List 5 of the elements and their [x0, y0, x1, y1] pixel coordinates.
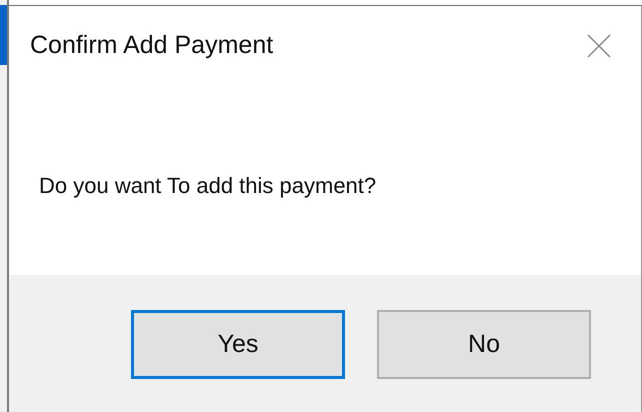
close-icon[interactable] [587, 34, 611, 58]
dialog-button[interactable]: Yes [131, 310, 345, 379]
dialog-button[interactable]: No [377, 310, 591, 379]
window-title: Confirm Add Payment [30, 30, 274, 62]
dialog-message: Do you want To add this payment? [39, 173, 376, 198]
